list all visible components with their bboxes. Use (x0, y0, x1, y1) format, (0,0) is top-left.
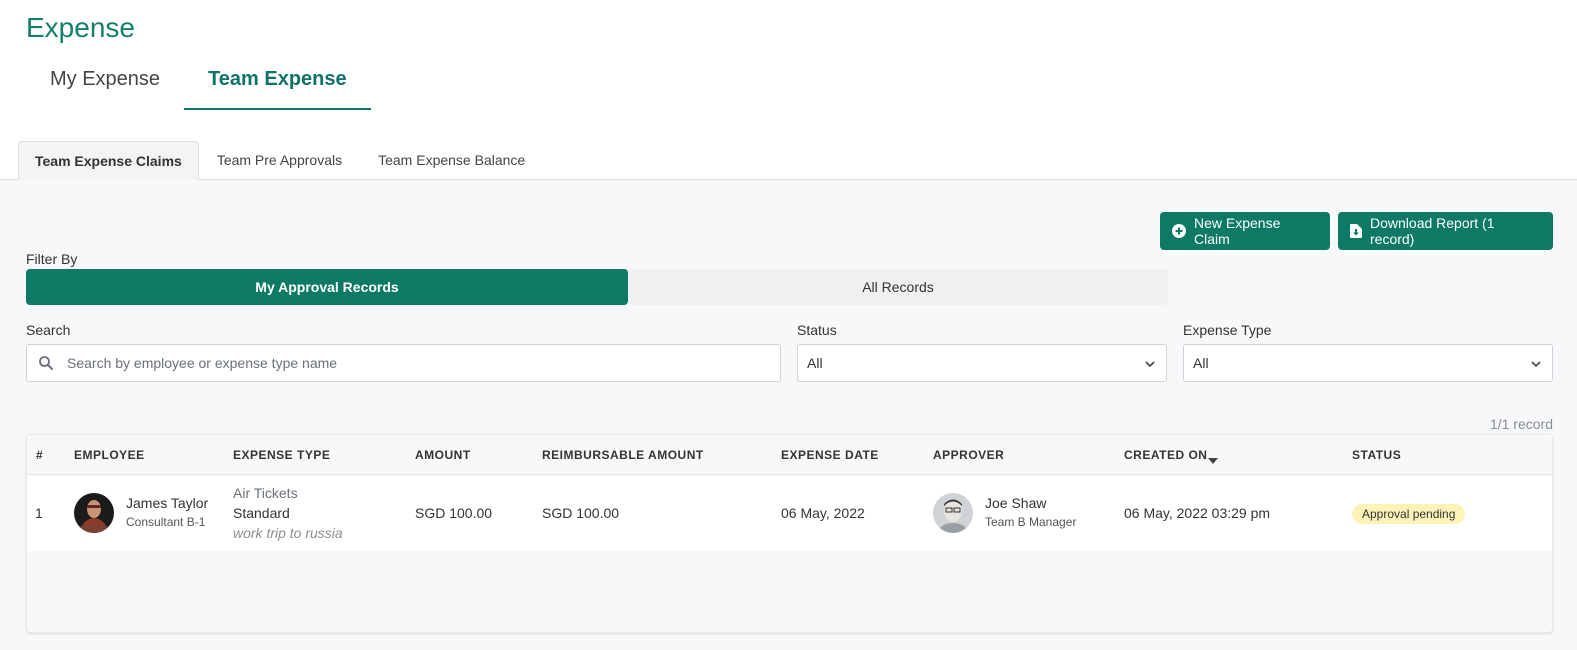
expense-type: Air Tickets (233, 485, 298, 501)
page: Expense My Expense Team Expense Team Exp… (0, 0, 1577, 650)
record-count: 1/1 record (1489, 416, 1553, 432)
content-area: New Expense Claim Download Report (1 rec… (0, 180, 1577, 650)
filter-by-label: Filter By (26, 251, 78, 267)
approver-name[interactable]: Joe Shaw (985, 495, 1046, 511)
column-header-reimbursable-amount[interactable]: REIMBURSABLE AMOUNT (542, 448, 704, 462)
column-header-status[interactable]: STATUS (1352, 448, 1401, 462)
tab-team-expense-claims[interactable]: Team Expense Claims (18, 141, 199, 181)
employee-avatar (74, 493, 114, 533)
employee-name[interactable]: James Taylor (126, 495, 208, 511)
search-label: Search (26, 322, 71, 338)
chevron-down-icon (1530, 357, 1542, 373)
row-index: 1 (35, 505, 43, 521)
tab-team-expense[interactable]: Team Expense (184, 52, 371, 110)
filter-segmented-control: My Approval Records All Records (26, 269, 1168, 305)
search-icon (39, 356, 53, 370)
amount: SGD 100.00 (415, 505, 493, 521)
download-report-label: Download Report (1 record) (1370, 215, 1495, 247)
status-select[interactable]: All (797, 344, 1167, 382)
column-header-amount[interactable]: AMOUNT (415, 448, 471, 462)
expense-type-select[interactable]: All (1183, 344, 1553, 382)
expense-note: work trip to russia (233, 525, 343, 541)
expense-table: # EMPLOYEE EXPENSE TYPE AMOUNT REIMBURSA… (26, 434, 1553, 633)
employee-role: Consultant B-1 (126, 515, 206, 529)
new-expense-claim-label: New Expense Claim (1194, 215, 1281, 247)
expense-type-label: Expense Type (1183, 322, 1272, 338)
sub-tabs: Team Expense Claims Team Pre Approvals T… (0, 141, 1577, 181)
plus-circle-icon (1172, 224, 1186, 238)
table-header: # EMPLOYEE EXPENSE TYPE AMOUNT REIMBURSA… (27, 435, 1552, 475)
main-tabs: My Expense Team Expense (26, 52, 371, 110)
column-header-approver[interactable]: APPROVER (933, 448, 1004, 462)
expense-type-select-value: All (1193, 355, 1209, 371)
tab-team-pre-approvals[interactable]: Team Pre Approvals (199, 141, 360, 180)
filter-all-records[interactable]: All Records (628, 269, 1168, 305)
approver-role: Team B Manager (985, 515, 1077, 529)
column-header-employee[interactable]: EMPLOYEE (74, 448, 145, 462)
status-badge: Approval pending (1352, 504, 1466, 524)
search-placeholder: Search by employee or expense type name (67, 355, 338, 371)
column-header-expense-type[interactable]: EXPENSE TYPE (233, 448, 330, 462)
created-on: 06 May, 2022 03:29 pm (1124, 505, 1271, 521)
filter-my-approval-records[interactable]: My Approval Records (26, 269, 628, 305)
new-expense-claim-button[interactable]: New Expense Claim (1160, 212, 1330, 250)
column-header-created-on[interactable]: CREATED ON (1124, 448, 1207, 462)
column-header-expense-date[interactable]: EXPENSE DATE (781, 448, 879, 462)
search-input[interactable]: Search by employee or expense type name (26, 344, 781, 382)
expense-date: 06 May, 2022 (781, 505, 865, 521)
approver-avatar (933, 493, 973, 533)
sort-desc-icon[interactable] (1208, 451, 1218, 469)
column-header-index: # (36, 448, 44, 462)
status-select-value: All (807, 355, 823, 371)
reimbursable-amount: SGD 100.00 (542, 505, 620, 521)
download-report-button[interactable]: Download Report (1 record) (1338, 212, 1553, 250)
page-title: Expense (26, 12, 135, 43)
status-label: Status (797, 322, 837, 338)
tab-team-expense-balance[interactable]: Team Expense Balance (360, 141, 543, 180)
chevron-down-icon (1144, 357, 1156, 373)
expense-category: Standard (233, 505, 290, 521)
table-row[interactable]: 1 James Taylor Consultant B-1 Air Ticket… (27, 476, 1552, 551)
tab-my-expense[interactable]: My Expense (26, 52, 184, 110)
file-download-icon (1350, 224, 1362, 238)
